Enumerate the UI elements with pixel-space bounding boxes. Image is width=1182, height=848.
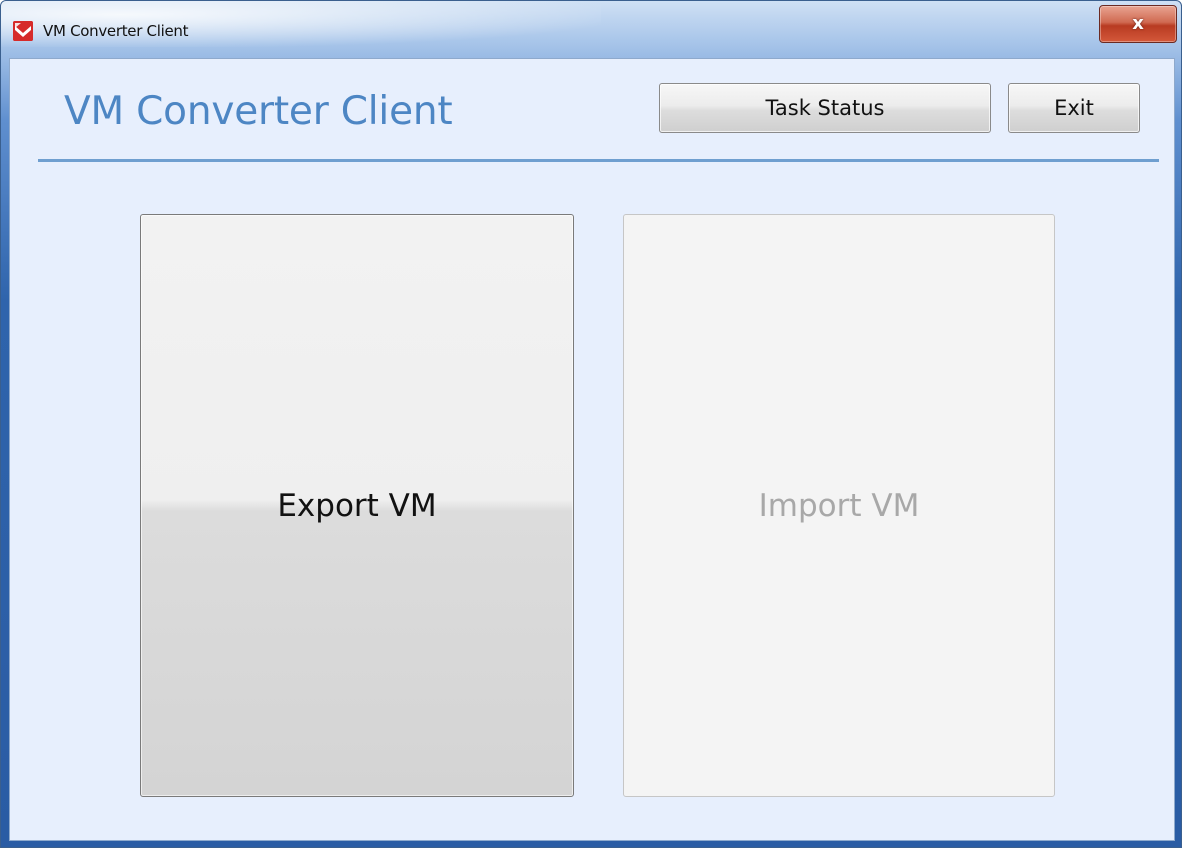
app-icon <box>13 21 33 41</box>
import-vm-label: Import VM <box>758 487 920 524</box>
app-window: VM Converter Client x VM Converter Clien… <box>0 0 1182 848</box>
page-title: VM Converter Client <box>64 89 453 134</box>
task-status-button[interactable]: Task Status <box>659 83 991 133</box>
close-button[interactable]: x <box>1099 5 1177 43</box>
title-bar[interactable]: VM Converter Client x <box>1 1 1181 47</box>
window-title: VM Converter Client <box>43 22 189 40</box>
client-area: VM Converter Client Task Status Exit Exp… <box>9 58 1175 841</box>
export-vm-button[interactable]: Export VM <box>140 214 574 797</box>
export-vm-label: Export VM <box>277 487 437 524</box>
close-icon: x <box>1132 12 1144 34</box>
header-divider <box>38 159 1159 162</box>
exit-button[interactable]: Exit <box>1008 83 1140 133</box>
import-vm-button: Import VM <box>623 214 1055 797</box>
